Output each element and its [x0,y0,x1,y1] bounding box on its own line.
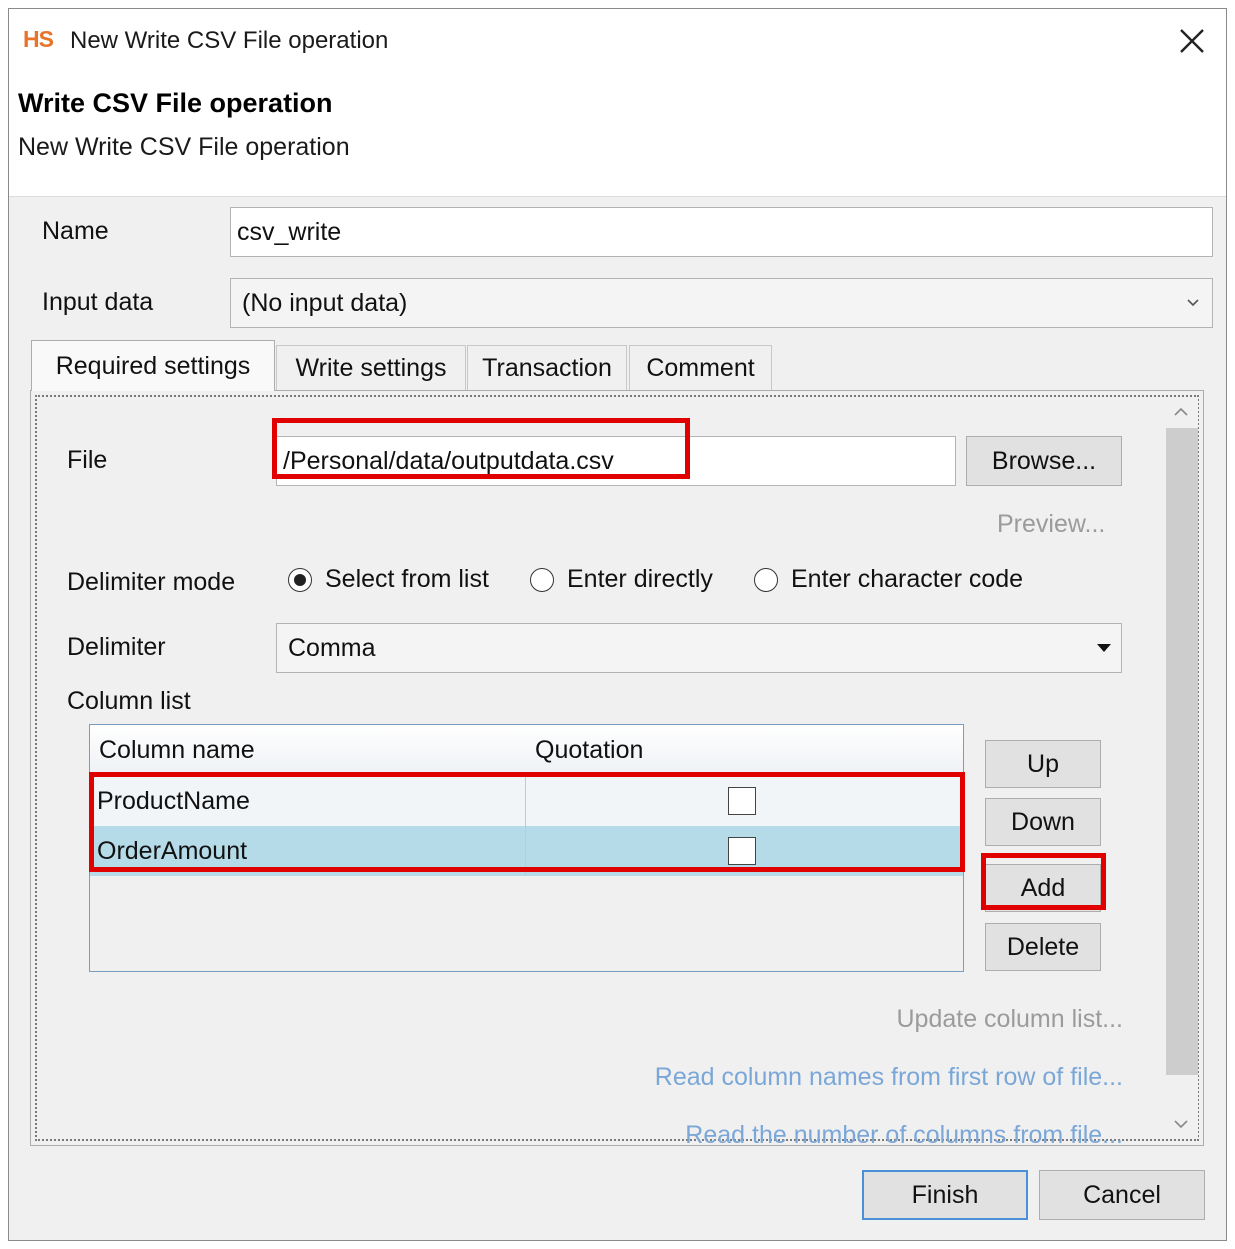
table-row-selected[interactable]: OrderAmount [90,826,963,876]
column-header-name[interactable]: Column name [99,725,255,775]
column-name-cell[interactable]: ProductName [97,776,250,826]
tab-required-settings[interactable]: Required settings [31,340,275,391]
chevron-down-icon [1174,1120,1188,1129]
delimiter-select[interactable]: Comma [276,623,1122,673]
radio-enter-directly[interactable]: Enter directly [530,565,713,594]
input-data-value: (No input data) [242,288,408,317]
delimiter-mode-label: Delimiter mode [67,568,236,596]
browse-button[interactable]: Browse... [966,436,1122,486]
chevron-down-icon [1187,299,1199,307]
down-button[interactable]: Down [985,798,1101,846]
close-icon [1180,29,1204,53]
column-list-table: Column name Quotation ProductName OrderA… [89,724,964,972]
radio-enter-character-code[interactable]: Enter character code [754,565,1023,594]
table-row[interactable]: ProductName [90,776,963,826]
name-input[interactable]: csv_write [230,207,1213,257]
column-list-label: Column list [67,687,191,715]
input-data-select[interactable]: (No input data) [230,278,1213,328]
column-header-quotation[interactable]: Quotation [535,725,643,775]
title-bar: HS New Write CSV File operation [9,9,1226,71]
required-settings-panel: File /Personal/data/outputdata.csv Brows… [30,390,1204,1149]
app-logo: HS [23,26,54,52]
read-column-names-link[interactable]: Read column names from first row of file… [655,1063,1123,1092]
preview-link[interactable]: Preview... [997,510,1105,539]
caret-down-icon [1097,644,1111,652]
chevron-up-icon [1174,407,1188,416]
delete-button[interactable]: Delete [985,923,1101,971]
wizard-header: Write CSV File operation New Write CSV F… [9,71,1226,197]
up-button[interactable]: Up [985,740,1101,788]
finish-button[interactable]: Finish [862,1170,1028,1220]
name-label: Name [42,217,109,245]
dialog-window: HS New Write CSV File operation Write CS… [8,8,1227,1241]
cancel-button[interactable]: Cancel [1039,1170,1205,1220]
input-data-label: Input data [42,288,154,316]
column-name-cell[interactable]: OrderAmount [97,826,247,876]
radio-selected-icon [288,567,312,592]
page-title: Write CSV File operation [18,88,333,118]
page-description: New Write CSV File operation [18,133,350,161]
scrollbar-thumb[interactable] [1166,428,1198,1075]
radio-select-from-list[interactable]: Select from list [288,565,489,594]
table-header: Column name Quotation [90,725,963,775]
window-title: New Write CSV File operation [70,27,389,54]
quotation-checkbox[interactable] [728,837,756,865]
quotation-checkbox[interactable] [728,787,756,815]
delimiter-label: Delimiter [67,633,166,661]
add-button[interactable]: Add [985,864,1101,912]
radio-unselected-icon [754,567,778,592]
vertical-scrollbar[interactable] [1164,399,1198,1139]
file-label: File [67,446,108,474]
tab-comment[interactable]: Comment [629,345,772,390]
delimiter-value: Comma [288,633,376,662]
radio-unselected-icon [530,567,554,592]
read-column-count-link[interactable]: Read the number of columns from file... [685,1121,1123,1150]
update-column-list-link[interactable]: Update column list... [897,1005,1124,1034]
tab-transaction[interactable]: Transaction [467,345,627,390]
tab-write-settings[interactable]: Write settings [276,345,466,390]
scroll-up-button[interactable] [1164,399,1198,425]
close-button[interactable] [1170,21,1214,61]
file-path-input[interactable]: /Personal/data/outputdata.csv [276,436,956,486]
scroll-down-button[interactable] [1164,1111,1198,1137]
